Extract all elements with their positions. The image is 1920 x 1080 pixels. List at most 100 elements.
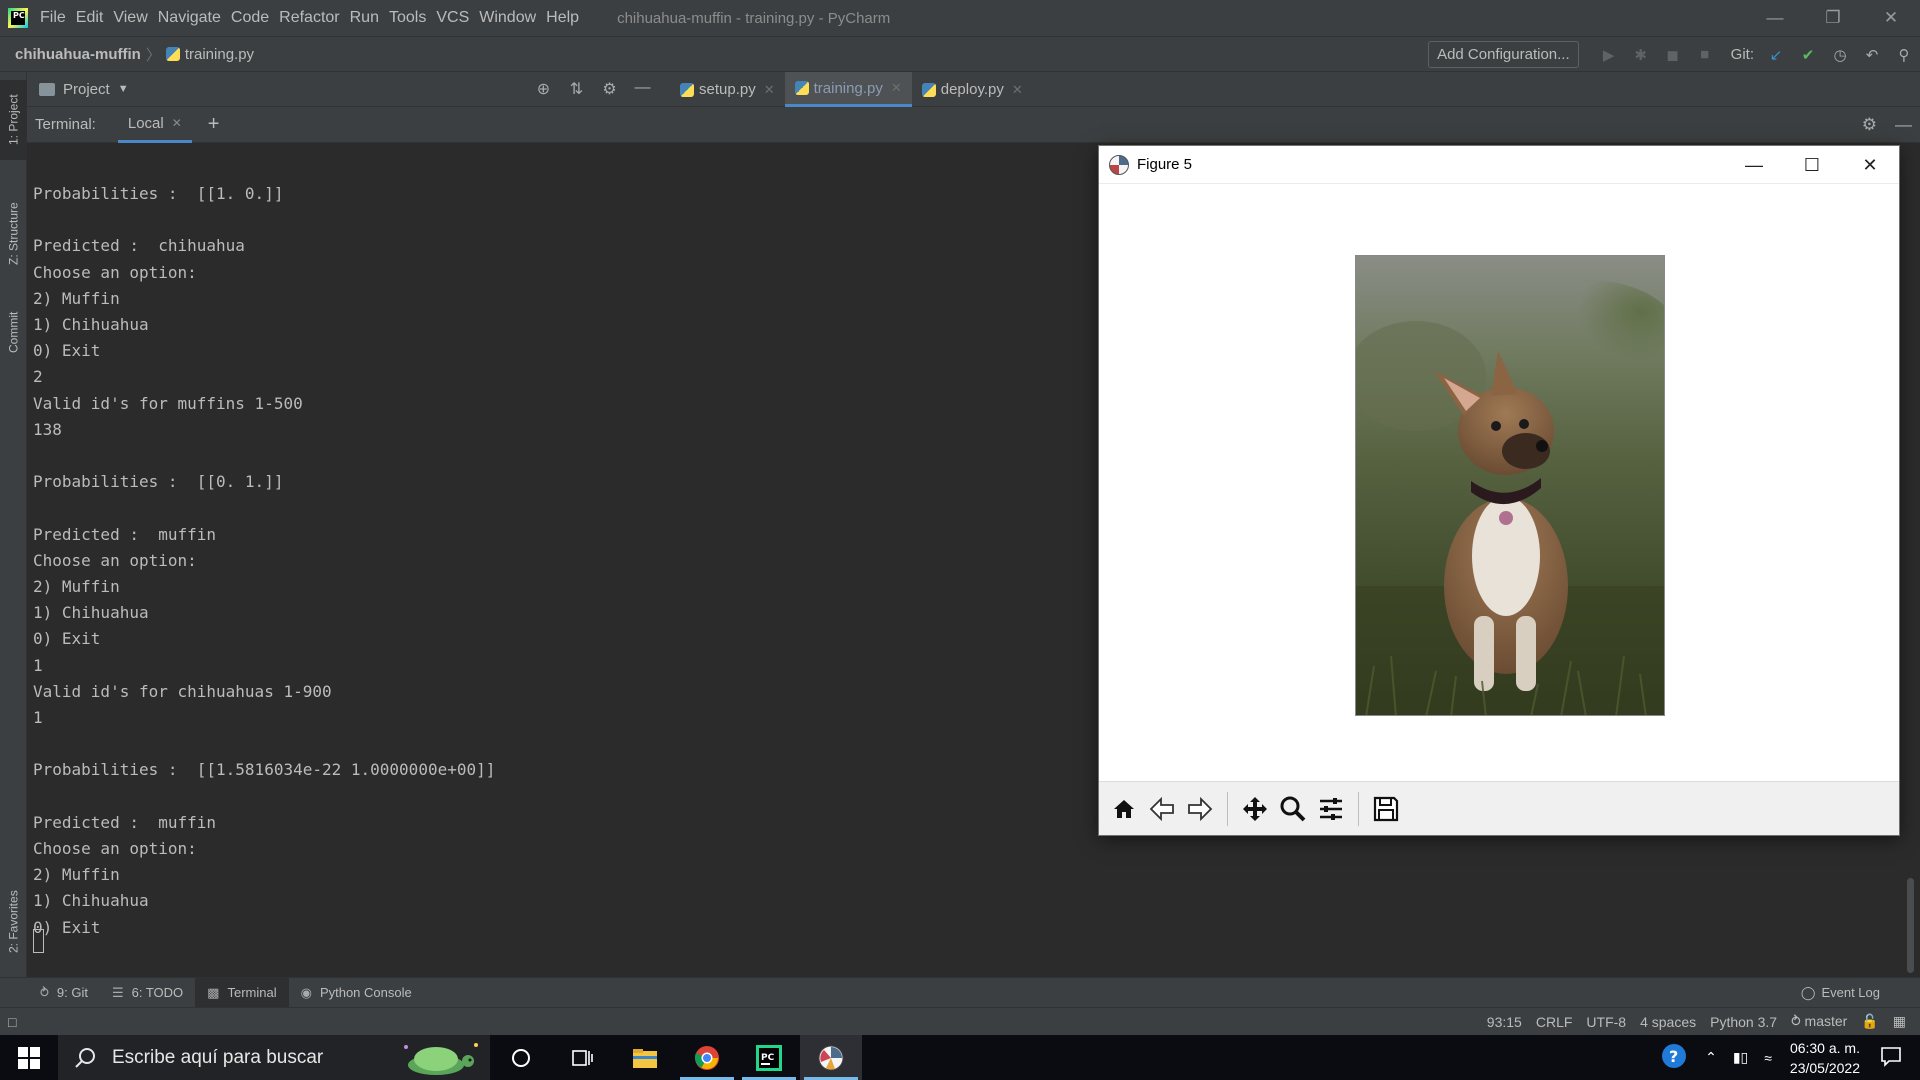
tab-setup-py[interactable]: setup.py ✕ <box>670 72 785 107</box>
chrome-icon[interactable] <box>676 1035 738 1080</box>
python-interpreter[interactable]: Python 3.7 <box>1710 1014 1777 1030</box>
terminal-line: Predicted : muffin <box>33 524 217 544</box>
git-update-icon[interactable]: ↙ <box>1760 46 1792 64</box>
memory-indicator-icon[interactable]: ▦ <box>1893 1013 1906 1030</box>
taskbar-search-box[interactable]: Escribe aquí para buscar <box>58 1035 490 1080</box>
toggle-tool-windows-icon[interactable]: □ <box>8 1014 16 1030</box>
close-tab-icon[interactable]: ✕ <box>891 80 902 96</box>
file-explorer-icon[interactable] <box>614 1035 676 1080</box>
coverage-icon[interactable]: ◼ <box>1657 46 1689 64</box>
close-tab-icon[interactable]: ✕ <box>1012 82 1023 98</box>
figure-title: Figure 5 <box>1137 156 1193 173</box>
home-icon[interactable] <box>1105 790 1143 828</box>
stripe-tab-structure[interactable]: Z: Structure <box>0 184 27 284</box>
gear-icon[interactable]: ⚙ <box>1862 115 1877 135</box>
menu-edit[interactable]: Edit <box>76 9 114 27</box>
terminal-line: 2) Muffin <box>33 577 120 596</box>
menu-code[interactable]: Code <box>231 9 279 27</box>
git-rollback-icon[interactable]: ↶ <box>1856 46 1888 64</box>
event-log-button[interactable]: ◯ Event Log <box>1801 985 1880 1001</box>
git-history-icon[interactable]: ◷ <box>1824 46 1856 64</box>
locate-icon[interactable]: ⊕ <box>527 79 560 99</box>
add-configuration-button[interactable]: Add Configuration... <box>1428 41 1579 68</box>
bottom-tab-python-console[interactable]: ◉ Python Console <box>289 978 424 1008</box>
gear-icon[interactable]: ⚙ <box>593 79 626 99</box>
window-title: chihuahua-muffin - training.py - PyCharm <box>617 9 891 27</box>
debug-icon[interactable]: ✱ <box>1625 46 1657 64</box>
bottom-tab-todo[interactable]: ☰ 6: TODO <box>100 978 195 1008</box>
save-icon[interactable] <box>1367 790 1405 828</box>
clock[interactable]: 06:30 a. m. 23/05/2022 <box>1790 1038 1860 1078</box>
terminal-line: 2) Muffin <box>33 288 120 308</box>
project-view-selector[interactable]: Project ▼ <box>39 81 129 98</box>
notifications-icon[interactable] <box>1880 1045 1902 1071</box>
menu-help[interactable]: Help <box>546 9 589 27</box>
breadcrumb-file[interactable]: training.py <box>165 46 254 63</box>
svg-text:PC: PC <box>761 1053 775 1063</box>
bottom-tab-git[interactable]: ⥁ 9: Git <box>28 978 100 1008</box>
menu-run[interactable]: Run <box>350 9 389 27</box>
task-view-icon[interactable] <box>552 1035 614 1080</box>
terminal-scrollbar[interactable] <box>1907 878 1914 973</box>
close-icon[interactable]: ✕ <box>1841 146 1899 184</box>
bottom-tab-terminal[interactable]: ▩ Terminal <box>195 977 289 1008</box>
menu-file[interactable]: File <box>40 9 76 27</box>
file-encoding[interactable]: UTF-8 <box>1586 1014 1626 1030</box>
git-branch-widget[interactable]: ⥁ master <box>1791 1013 1847 1030</box>
breadcrumb-project[interactable]: chihuahua-muffin <box>15 46 141 63</box>
bottom-tab-label: 6: TODO <box>131 985 184 1000</box>
run-icon[interactable]: ▶ <box>1593 46 1625 64</box>
stripe-tab-project[interactable]: 1: Project <box>0 80 27 160</box>
pycharm-taskbar-icon[interactable]: PC <box>738 1035 800 1080</box>
stop-icon[interactable]: ■ <box>1689 46 1721 63</box>
git-commit-icon[interactable]: ✔ <box>1792 46 1824 64</box>
minimize-icon[interactable]: — <box>1746 0 1804 36</box>
battery-icon[interactable]: ▮▯ <box>1733 1049 1748 1066</box>
new-terminal-icon[interactable]: + <box>208 113 220 136</box>
stripe-tab-structure-label: Z: Structure <box>6 202 21 266</box>
help-icon[interactable]: ? <box>1661 1043 1687 1073</box>
python-file-icon <box>921 82 936 97</box>
pan-icon[interactable] <box>1236 790 1274 828</box>
cortana-icon[interactable] <box>490 1035 552 1080</box>
close-icon[interactable]: ✕ <box>1862 0 1920 36</box>
stripe-tab-commit[interactable]: Commit <box>0 292 27 372</box>
clock-date: 23/05/2022 <box>1789 1059 1860 1076</box>
line-separator[interactable]: CRLF <box>1536 1014 1573 1030</box>
stripe-tab-favorites[interactable]: 2: Favorites <box>0 872 27 972</box>
collapse-all-icon[interactable]: ⇅ <box>560 79 593 99</box>
menu-view[interactable]: View <box>113 9 157 27</box>
search-everywhere-icon[interactable]: ⚲ <box>1888 46 1920 64</box>
hide-panel-icon[interactable]: — <box>626 79 659 99</box>
back-arrow-icon[interactable] <box>1143 790 1181 828</box>
breadcrumb-separator-icon: 〉 <box>145 46 161 64</box>
tab-deploy-py[interactable]: deploy.py ✕ <box>912 72 1033 107</box>
maximize-icon[interactable]: ☐ <box>1783 146 1841 184</box>
chevron-up-icon[interactable]: ⌃ <box>1705 1049 1717 1066</box>
indent-setting[interactable]: 4 spaces <box>1640 1014 1696 1030</box>
navigation-bar: chihuahua-muffin 〉 training.py Add Confi… <box>0 36 1920 72</box>
windows-start-icon[interactable] <box>0 1035 58 1080</box>
caret-position[interactable]: 93:15 <box>1487 1014 1522 1030</box>
hide-panel-icon[interactable]: — <box>1895 115 1912 135</box>
close-tab-icon[interactable]: ✕ <box>172 116 182 130</box>
menu-vcs[interactable]: VCS <box>436 9 479 27</box>
wifi-icon[interactable]: ≈ <box>1764 1050 1772 1066</box>
tab-training-py[interactable]: training.py ✕ <box>784 72 912 107</box>
figure-canvas[interactable] <box>1099 184 1899 781</box>
menu-refactor[interactable]: Refactor <box>279 9 349 27</box>
forward-arrow-icon[interactable] <box>1181 790 1219 828</box>
menu-navigate[interactable]: Navigate <box>158 9 231 27</box>
restore-icon[interactable]: ❐ <box>1804 0 1862 36</box>
python-file-icon <box>680 82 694 97</box>
chevron-down-icon: ▼ <box>117 83 129 95</box>
menu-window[interactable]: Window <box>479 9 546 27</box>
zoom-icon[interactable] <box>1274 790 1312 828</box>
minimize-icon[interactable]: — <box>1725 146 1783 184</box>
matplotlib-taskbar-icon[interactable] <box>800 1035 862 1080</box>
terminal-tab-local[interactable]: Local ✕ <box>117 107 192 143</box>
configure-subplots-icon[interactable] <box>1312 790 1350 828</box>
menu-tools[interactable]: Tools <box>389 9 436 27</box>
close-tab-icon[interactable]: ✕ <box>764 82 775 98</box>
lock-icon[interactable]: 🔓 <box>1861 1013 1878 1030</box>
